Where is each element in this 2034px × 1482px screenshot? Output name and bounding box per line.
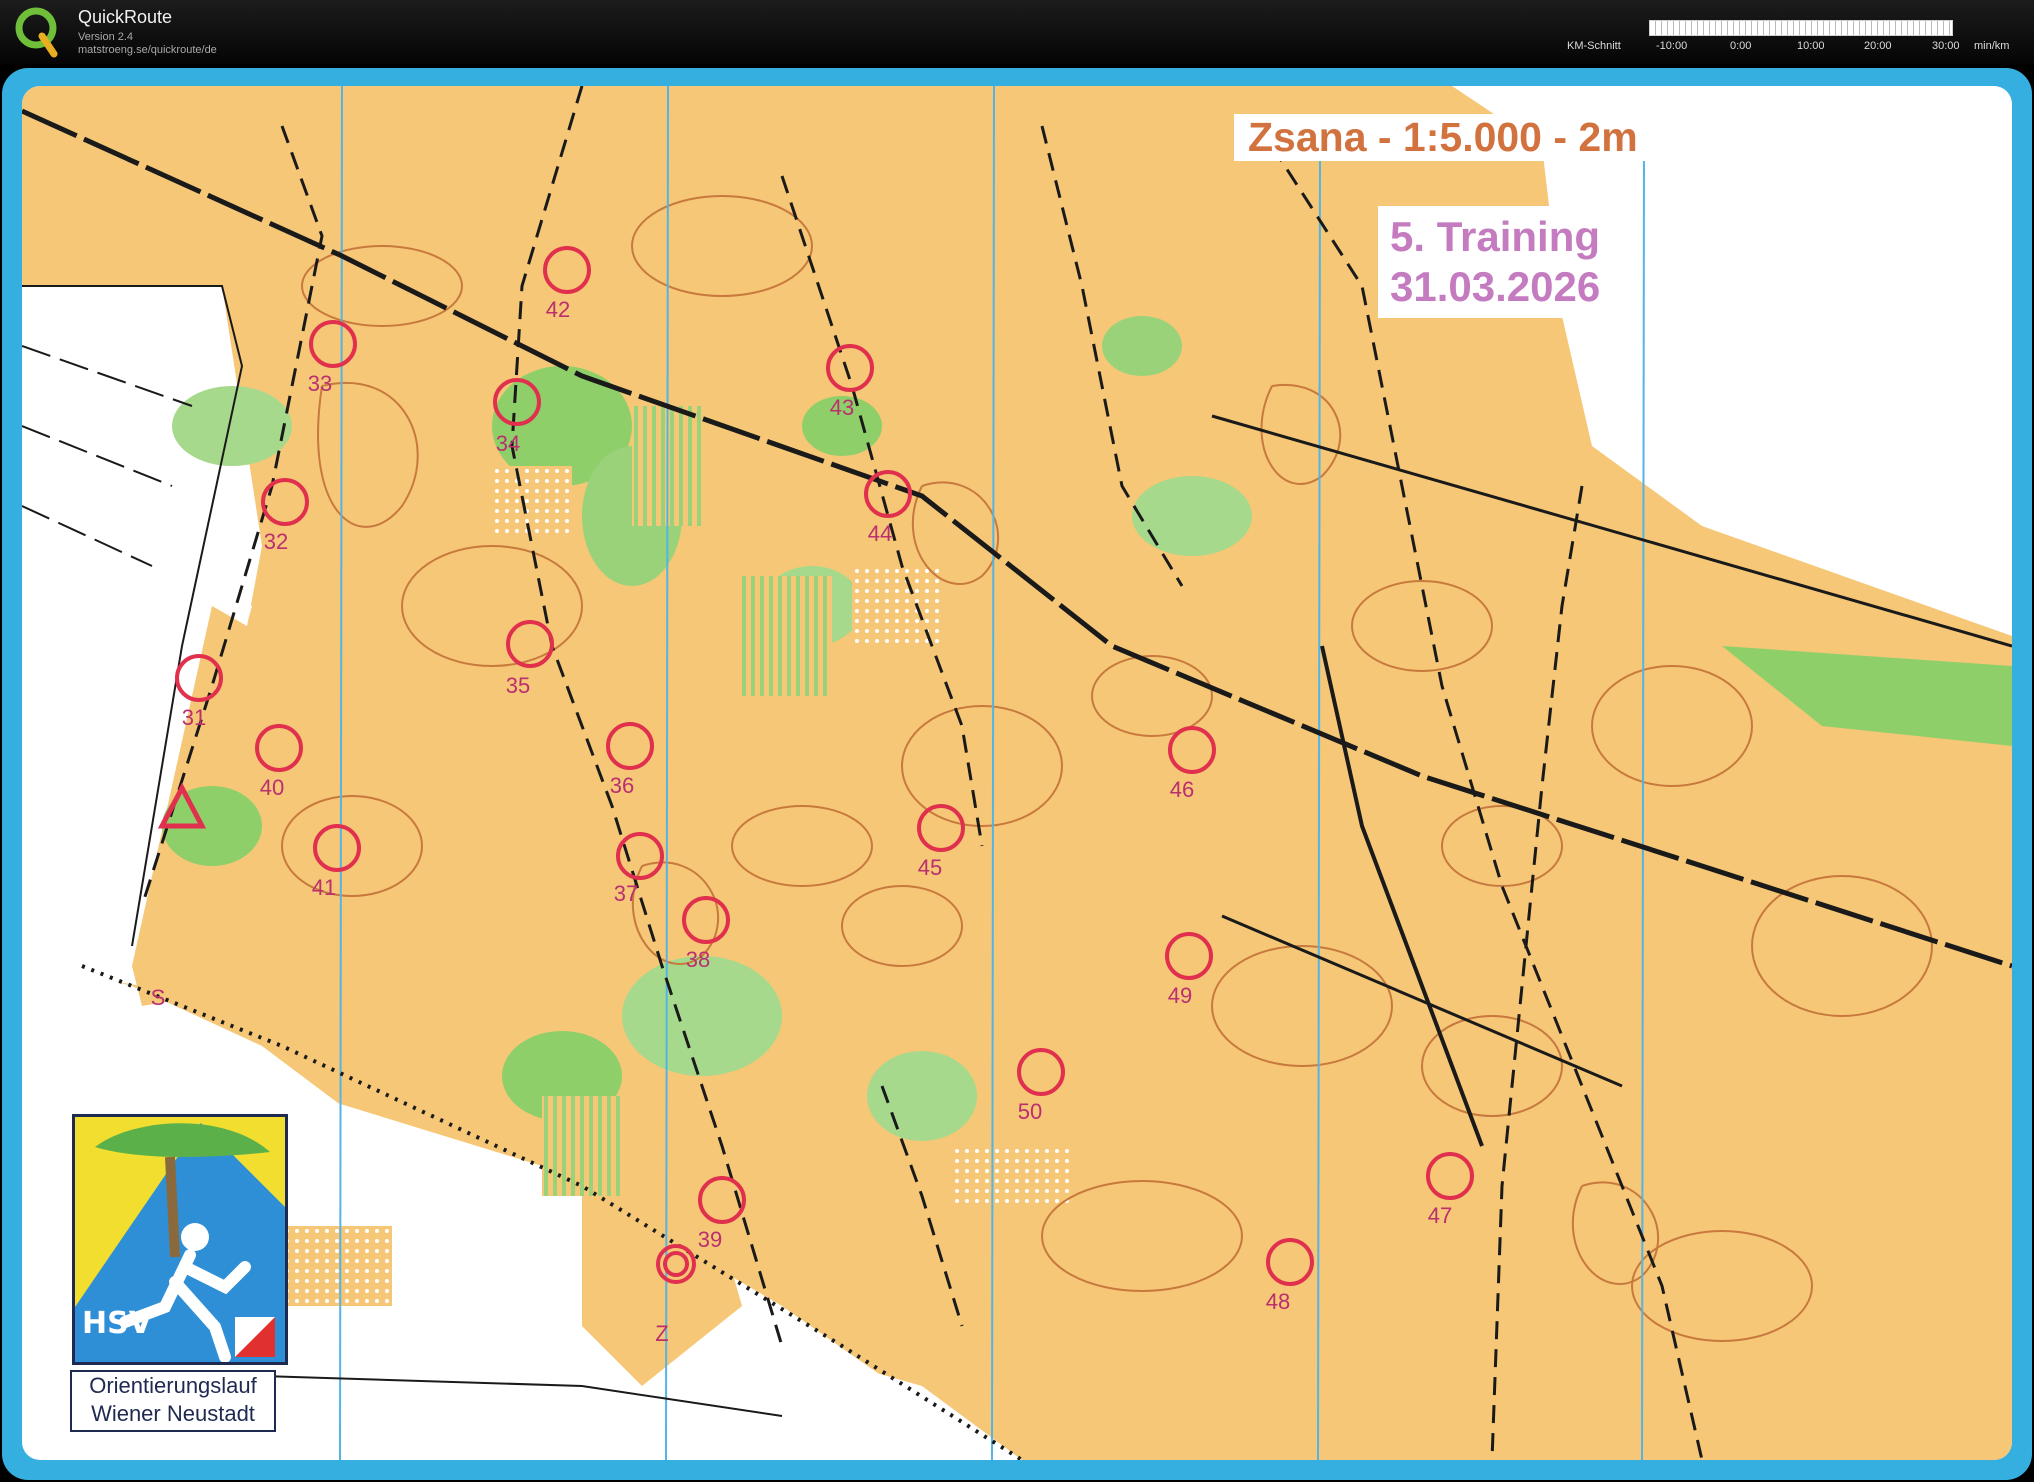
- control-label: 37: [613, 881, 639, 906]
- club-name-line1: Orientierungslauf: [89, 1373, 257, 1398]
- club-name: Orientierungslauf Wiener Neustadt: [70, 1370, 276, 1432]
- club-abbr: HSV: [82, 1306, 152, 1341]
- control-label: 48: [1265, 1289, 1291, 1314]
- pace-legend-label: KM-Schnitt: [1567, 40, 1621, 52]
- pace-legend-bar: [1649, 20, 1953, 36]
- app-url[interactable]: matstroeng.se/quickroute/de: [78, 44, 217, 56]
- control-label: 35: [505, 673, 531, 698]
- app-title: QuickRoute: [78, 7, 173, 27]
- control-label: 49: [1167, 983, 1193, 1008]
- control-label: 41: [311, 875, 337, 900]
- map-scale-title: Zsana - 1:5.000 - 2m: [1234, 114, 1652, 161]
- control-label: 46: [1169, 777, 1195, 802]
- event-date: 31.03.2026: [1390, 263, 1601, 310]
- control-label: 36: [609, 773, 635, 798]
- control-label: 39: [697, 1227, 723, 1252]
- pace-tick: 10:00: [1797, 40, 1825, 52]
- app-version: Version 2.4: [78, 31, 134, 43]
- event-name: 5. Training: [1390, 213, 1601, 260]
- club-name-line2: Wiener Neustadt: [91, 1401, 255, 1426]
- finish-label: Z: [655, 1321, 669, 1346]
- start-label: S: [150, 985, 166, 1010]
- quickroute-logo-icon: [15, 7, 58, 58]
- map-drawing[interactable]: [22, 86, 2012, 1460]
- control-label: 44: [867, 521, 893, 546]
- control-label: 50: [1017, 1099, 1043, 1124]
- pace-tick: 20:00: [1864, 40, 1892, 52]
- pace-tick: -10:00: [1656, 40, 1688, 52]
- control-label: 34: [495, 431, 521, 456]
- app-header: QuickRoute Version 2.4 matstroeng.se/qui…: [0, 0, 2034, 64]
- control-label: 47: [1427, 1203, 1453, 1228]
- control-label: 40: [259, 775, 285, 800]
- map-event-info: 5. Training 31.03.2026: [1378, 206, 1617, 318]
- control-label: 33: [307, 371, 333, 396]
- control-label: 32: [263, 529, 289, 554]
- club-logo: HSV Orientierungslauf Wiener Neustadt: [52, 1096, 292, 1436]
- control-label: 42: [545, 297, 571, 322]
- pace-unit: min/km: [1974, 40, 2010, 52]
- pace-tick: 0:00: [1730, 40, 1752, 52]
- control-label: 31: [181, 705, 207, 730]
- pace-tick: 30:00: [1932, 40, 1960, 52]
- control-label: 38: [685, 947, 711, 972]
- control-label: 45: [917, 855, 943, 880]
- orienteering-map[interactable]: Zsana - 1:5.000 - 2m 5. Training 31.03.2…: [22, 86, 2012, 1460]
- control-label: 43: [829, 395, 855, 420]
